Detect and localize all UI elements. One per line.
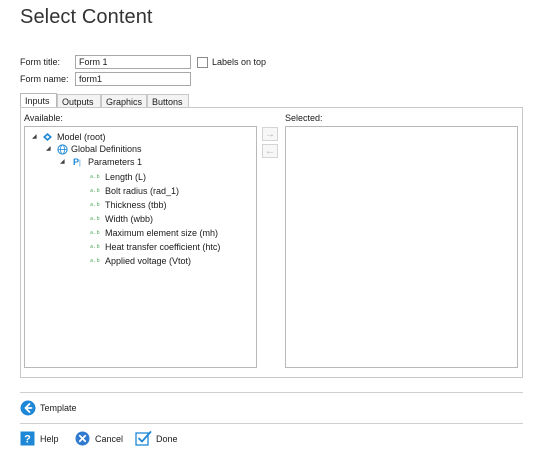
tree-item-label: Length (L) <box>105 172 147 182</box>
tree-item-parameter[interactable]: a.b Bolt radius (rad_1) <box>25 185 255 197</box>
available-label: Available: <box>24 113 63 123</box>
collapse-toggle-icon[interactable]: ◢ <box>60 156 65 168</box>
parameter-icon: a.b <box>90 174 100 180</box>
tree-item-label: Maximum element size (mh) <box>105 228 219 238</box>
done-button-label: Done <box>156 434 178 444</box>
tree-item-label: Model (root) <box>57 132 106 142</box>
tree-item-parameters[interactable]: ◢ P| Parameters 1 <box>25 156 255 168</box>
parameter-icon: a.b <box>90 244 100 250</box>
svg-text:?: ? <box>24 434 31 446</box>
tree-item-parameter[interactable]: a.b Length (L) <box>25 171 255 183</box>
help-icon: ? <box>20 431 35 448</box>
tree-item-parameter[interactable]: a.b Applied voltage (Vtot) <box>25 255 255 267</box>
arrow-right-icon: → <box>265 129 275 140</box>
tree-item-parameter[interactable]: a.b Width (wbb) <box>25 213 255 225</box>
separator <box>20 423 523 424</box>
selected-list[interactable] <box>285 126 518 368</box>
selected-label: Selected: <box>285 113 323 123</box>
tree-item-label: Width (wbb) <box>105 214 154 224</box>
tree-item-label: Bolt radius (rad_1) <box>105 186 180 196</box>
labels-on-top-checkbox[interactable] <box>197 57 208 68</box>
dialog-title: Select Content <box>20 6 153 28</box>
form-name-label: Form name: <box>20 74 69 84</box>
move-right-button[interactable]: → <box>262 127 278 141</box>
arrow-left-circle-icon <box>20 400 36 418</box>
arrow-left-icon: ← <box>265 146 275 157</box>
cancel-button-label: Cancel <box>95 434 124 444</box>
parameters-icon: P| <box>73 157 81 167</box>
tree-item-label: Parameters 1 <box>88 157 143 167</box>
collapse-toggle-icon[interactable]: ◢ <box>32 131 37 143</box>
tree-item-label: Applied voltage (Vtot) <box>105 256 192 266</box>
form-title-label: Form title: <box>20 57 61 67</box>
help-button-label: Help <box>40 434 59 444</box>
separator <box>20 392 523 393</box>
tree-item-model[interactable]: ◢ Model (root) <box>25 131 255 143</box>
form-name-input[interactable] <box>75 72 191 86</box>
labels-on-top-label: Labels on top <box>212 57 267 67</box>
tab-inputs[interactable]: Inputs <box>20 93 57 108</box>
tab-buttons[interactable]: Buttons <box>147 94 189 108</box>
parameter-icon: a.b <box>90 188 100 194</box>
move-left-button[interactable]: ← <box>262 144 278 158</box>
parameter-icon: a.b <box>90 202 100 208</box>
cancel-icon <box>75 431 90 448</box>
tree-item-label: Global Definitions <box>71 144 142 154</box>
available-tree[interactable]: ◢ Model (root) ◢ Global Definitions ◢ P|… <box>24 126 257 368</box>
tree-item-parameter[interactable]: a.b Heat transfer coefficient (htc) <box>25 241 255 253</box>
tab-graphics[interactable]: Graphics <box>101 94 147 108</box>
tree-item-parameter[interactable]: a.b Maximum element size (mh) <box>25 227 255 239</box>
tree-item-label: Thickness (tbb) <box>105 200 167 210</box>
template-button-label: Template <box>40 403 77 413</box>
tab-outputs[interactable]: Outputs <box>57 94 101 108</box>
parameter-icon: a.b <box>90 230 100 236</box>
tree-item-label: Heat transfer coefficient (htc) <box>105 242 221 252</box>
parameter-icon: a.b <box>90 258 100 264</box>
collapse-toggle-icon[interactable]: ◢ <box>46 143 51 155</box>
tree-item-global-definitions[interactable]: ◢ Global Definitions <box>25 143 255 155</box>
form-title-input[interactable] <box>75 55 191 69</box>
done-check-icon <box>135 430 152 449</box>
parameter-icon: a.b <box>90 216 100 222</box>
tree-item-parameter[interactable]: a.b Thickness (tbb) <box>25 199 255 211</box>
